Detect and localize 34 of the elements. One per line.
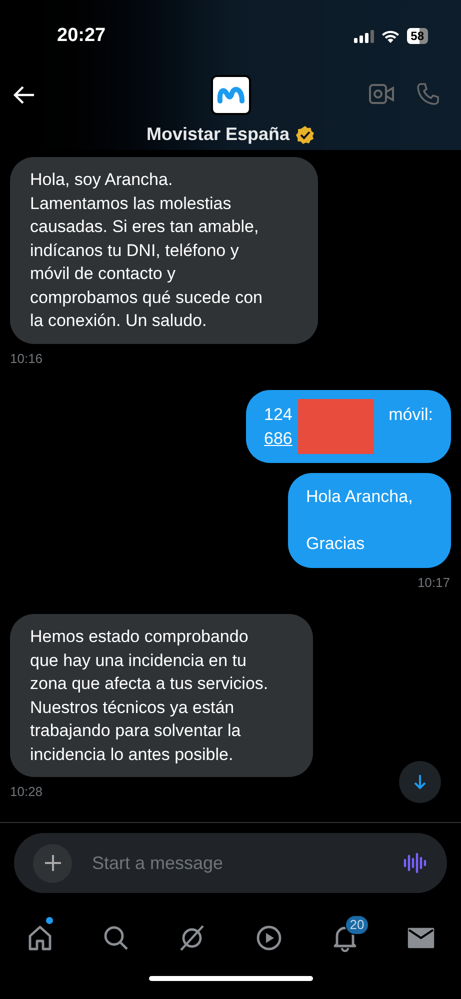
tab[interactable] [254,924,283,952]
notification-count: 20 [344,915,370,935]
tab[interactable] [178,924,206,952]
wifi-icon [380,29,400,43]
signal-icon [354,30,374,42]
slashed-circle-icon [178,924,206,952]
message-composer[interactable]: Start a message [14,833,447,893]
message-time: 10:17 [417,574,450,592]
tab[interactable] [102,924,130,952]
message-text: móvil: [388,404,433,426]
contact-name: Movistar España [146,123,290,146]
message-bubble: Hemos estado comprobando que hay una incidencia en tu zona que afecta a tus servicios. Nuestros técnicos ya están trabajando para solventar la incidencia lo antes posible. [10,614,313,777]
message-input[interactable]: Start a message [92,850,403,876]
scroll-down-button[interactable] [399,761,441,803]
message-time: 10:16 [10,350,43,368]
back-arrow-icon[interactable] [13,85,35,105]
logo-icon [217,86,245,104]
clock: 20:27 [57,24,106,48]
add-button[interactable] [33,844,72,882]
video-camera-icon[interactable] [369,83,394,105]
search-icon [102,924,130,952]
down-arrow-icon [413,774,427,790]
message-bubble: Hola Arancha, Gracias [288,473,451,568]
message-text: 124 [264,404,292,426]
message-bubble: Hola, soy Arancha. Lamentamos las molestias causadas. Si eres tan amable, indícanos tu DNI, teléfono y móvil de contacto y comprobamos qué sucede con la conexión. Un saludo. [10,157,318,344]
plus-icon [44,854,62,872]
message-time: 10:28 [10,783,43,801]
play-circle-icon [254,924,283,952]
phone-icon[interactable] [416,82,440,106]
phone-link[interactable]: 686 [264,428,292,448]
voice-wave-icon[interactable] [403,851,427,875]
tab[interactable] [26,924,54,952]
home-icon [26,924,54,952]
battery-indicator: 58 [406,28,428,44]
